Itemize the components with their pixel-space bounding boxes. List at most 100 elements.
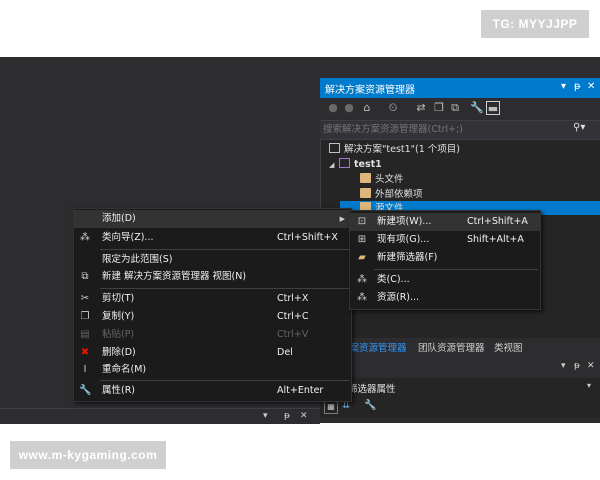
menu-item-cut[interactable]: ✂ 剪切(T) Ctrl+X	[74, 290, 351, 308]
forward-icon[interactable]: ●	[342, 101, 356, 115]
solution-explorer-search[interactable]: ⚲▾	[320, 120, 600, 140]
menu-item-new-view[interactable]: ⧉ 新建 解决方案资源管理器 视图(N)	[74, 268, 351, 286]
menu-item-shortcut: Ctrl+Shift+A	[467, 216, 528, 227]
collapse-icon[interactable]: ❐	[432, 101, 446, 115]
resource-icon: ⁂	[357, 292, 367, 303]
menu-item-label: 新建筛选器(F)	[377, 252, 438, 263]
rename-icon: Ⅰ	[83, 364, 87, 375]
chevron-down-icon[interactable]: ▾	[587, 381, 591, 390]
submenu-item-new-filter[interactable]: ▰ 新建筛选器(F)	[350, 249, 540, 267]
menu-item-class-wizard[interactable]: ⁂ 类向导(Z)... Ctrl+Shift+X	[74, 229, 351, 247]
pin-icon[interactable]: ᵽ	[574, 361, 580, 371]
menu-item-label: 剪切(T)	[102, 293, 135, 304]
menu-separator	[100, 380, 349, 381]
new-view-icon: ⧉	[81, 271, 89, 282]
menu-item-shortcut: Ctrl+X	[277, 293, 309, 304]
search-input[interactable]	[323, 122, 573, 137]
new-filter-icon: ▰	[358, 252, 366, 263]
menu-item-label: 新建 解决方案资源管理器 视图(N)	[102, 271, 247, 282]
context-menu: 添加(D) ▶ ⁂ 类向导(Z)... Ctrl+Shift+X 限定为此范围(…	[73, 208, 352, 402]
solution-explorer-toolbar: ● ● ⌂ ⏲ ⇄ ❐ ⧉ 🔧 ▬	[320, 98, 600, 120]
menu-item-label: 资源(R)...	[377, 292, 420, 303]
menu-item-copy[interactable]: ❐ 复制(Y) Ctrl+C	[74, 308, 351, 326]
properties-object-label: 筛选器属性	[348, 384, 396, 395]
menu-separator	[100, 288, 349, 289]
project-icon	[339, 158, 350, 168]
properties-toolbar: ▦ ⇊ 🔧	[320, 398, 600, 418]
show-all-icon[interactable]: ⧉	[448, 101, 462, 115]
solution-explorer-titlebar: 解决方案资源管理器 ▾ ᵽ ✕	[320, 78, 600, 98]
sync-icon[interactable]: ⇄	[414, 101, 428, 115]
menu-item-label: 添加(D)	[102, 213, 136, 224]
history-icon[interactable]: ⏲	[386, 101, 400, 115]
solution-explorer-title: 解决方案资源管理器	[325, 85, 415, 96]
tree-item-label: 外部依赖项	[375, 189, 423, 200]
tree-item-label: test1	[354, 159, 382, 170]
solution-icon	[329, 143, 340, 153]
delete-icon: ✖	[80, 347, 90, 358]
tree-item-project[interactable]: ◢ test1	[329, 157, 382, 172]
menu-item-label: 重命名(M)	[102, 364, 147, 375]
watermark-bottom: www.m-kygaming.com	[10, 441, 166, 469]
menu-item-shortcut: Del	[277, 347, 293, 358]
home-icon[interactable]: ⌂	[360, 101, 374, 115]
folder-icon	[360, 173, 371, 183]
submenu-item-resource[interactable]: ⁂ 资源(R)...	[350, 289, 540, 307]
menu-item-properties[interactable]: 🔧 属性(R) Alt+Enter	[74, 382, 351, 400]
expand-arrow-icon[interactable]: ◢	[329, 158, 339, 173]
add-submenu: ⊡ 新建项(W)... Ctrl+Shift+A ⊞ 现有项(G)... Shi…	[349, 210, 541, 310]
menu-item-shortcut: Shift+Alt+A	[467, 234, 524, 245]
close-icon[interactable]: ✕	[587, 81, 595, 92]
tab-team-explorer[interactable]: 团队资源管理器	[418, 340, 485, 354]
menu-item-add[interactable]: 添加(D) ▶	[74, 210, 351, 228]
existing-item-icon: ⊞	[357, 234, 367, 245]
menu-separator	[374, 269, 538, 270]
pin-icon[interactable]: ᵽ	[574, 81, 581, 92]
menu-item-scope-to-this[interactable]: 限定为此范围(S)	[74, 251, 351, 269]
pin-icon[interactable]: ᵽ	[284, 411, 290, 421]
tree-item-external-deps[interactable]: 外部依赖项	[360, 187, 423, 202]
tree-item-label: 头文件	[375, 174, 404, 185]
dropdown-icon[interactable]: ▾	[561, 81, 566, 92]
submenu-item-existing-item[interactable]: ⊞ 现有项(G)... Shift+Alt+A	[350, 231, 540, 249]
paste-icon: ▤	[80, 329, 90, 340]
solution-explorer-tabs: 方案资源管理器 团队资源管理器 类视图	[320, 338, 600, 356]
class-icon: ⁂	[357, 274, 367, 285]
back-icon[interactable]: ●	[326, 101, 340, 115]
new-item-icon: ⊡	[357, 216, 367, 227]
menu-item-label: 粘贴(P)	[102, 329, 135, 340]
menu-item-delete[interactable]: ✖ 删除(D) Del	[74, 344, 351, 362]
menu-item-label: 限定为此范围(S)	[102, 254, 173, 265]
menu-item-shortcut: Ctrl+V	[277, 329, 309, 340]
properties-icon: 🔧	[79, 385, 92, 396]
class-wizard-icon: ⁂	[80, 232, 90, 243]
properties-object-row[interactable]: 筛选器属性 ▾	[320, 378, 600, 398]
submenu-arrow-icon: ▶	[339, 215, 345, 223]
close-icon[interactable]: ✕	[587, 361, 595, 371]
menu-item-label: 类向导(Z)...	[102, 232, 154, 243]
menu-item-shortcut: Ctrl+Shift+X	[277, 232, 338, 243]
menu-item-paste[interactable]: ▤ 粘贴(P) Ctrl+V	[74, 326, 351, 344]
preview-icon[interactable]: ▬	[486, 101, 500, 115]
submenu-item-new-item[interactable]: ⊡ 新建项(W)... Ctrl+Shift+A	[350, 213, 540, 231]
tree-item-solution[interactable]: 解决方案"test1"(1 个项目)	[329, 142, 460, 157]
submenu-item-class[interactable]: ⁂ 类(C)...	[350, 271, 540, 289]
tree-item-label: 解决方案"test1"(1 个项目)	[344, 144, 461, 155]
menu-item-label: 复制(Y)	[102, 311, 135, 322]
wrench-icon[interactable]: 🔧	[364, 400, 376, 411]
folder-icon	[360, 188, 371, 198]
menu-item-label: 新建项(W)...	[377, 216, 432, 227]
dropdown-icon[interactable]: ▾	[263, 411, 268, 421]
categorized-icon[interactable]: ▦	[324, 400, 338, 414]
tree-item-header-files[interactable]: 头文件	[360, 172, 404, 187]
menu-item-label: 现有项(G)...	[377, 234, 430, 245]
properties-icon[interactable]: 🔧	[470, 101, 484, 115]
watermark-top: TG: MYYJJPP	[481, 10, 589, 38]
tab-class-view[interactable]: 类视图	[494, 340, 523, 354]
menu-item-label: 类(C)...	[377, 274, 410, 285]
close-icon[interactable]: ✕	[300, 411, 308, 421]
menu-item-rename[interactable]: Ⅰ 重命名(M)	[74, 361, 351, 379]
search-icon[interactable]: ⚲▾	[573, 122, 585, 133]
dropdown-icon[interactable]: ▾	[561, 361, 566, 371]
bottom-panel-titlebar: ▾ ᵽ ✕	[0, 408, 320, 424]
